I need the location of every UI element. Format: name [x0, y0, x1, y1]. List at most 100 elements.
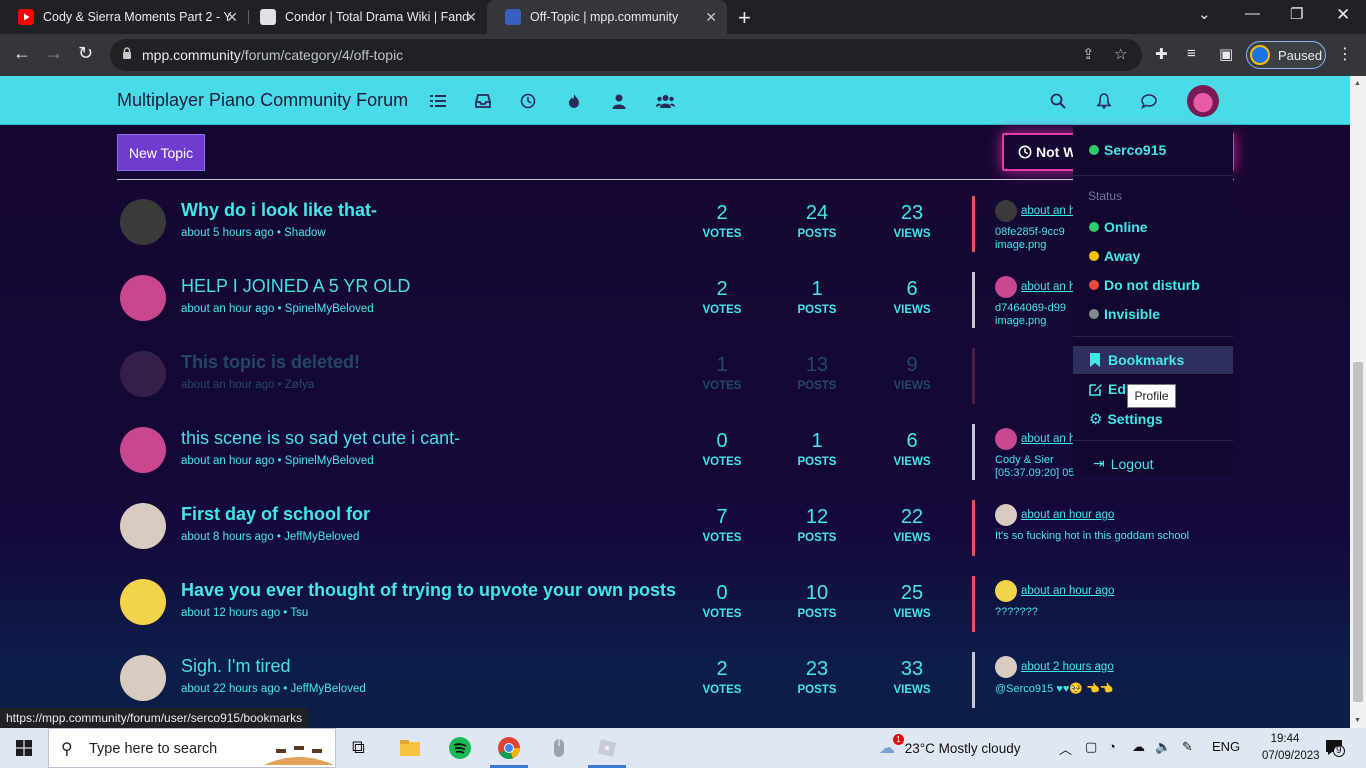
last-poster-avatar[interactable] [995, 656, 1017, 678]
search-icon[interactable] [1050, 93, 1066, 109]
reload-icon[interactable]: ↻ [78, 43, 93, 64]
tab-search-chevron-icon[interactable]: ⌄ [1198, 5, 1211, 23]
tab-youtube[interactable]: Cody & Sierra Moments Part 2 - Y ✕ [0, 0, 248, 34]
last-poster-avatar[interactable] [995, 504, 1017, 526]
back-arrow-icon[interactable]: ← [13, 43, 31, 64]
tab-fandom[interactable]: Condor | Total Drama Wiki | Fand ✕ [242, 0, 487, 34]
new-topic-button[interactable]: New Topic [117, 134, 205, 171]
close-tab-icon[interactable]: ✕ [465, 9, 477, 26]
extensions-puzzle-icon[interactable]: ✚ [1155, 45, 1168, 63]
last-post-teaser[interactable]: about 2 hours ago @Serco915 ♥♥🥺 👈👈 [995, 656, 1233, 695]
task-view-icon[interactable]: ⧉ [352, 737, 365, 758]
scroll-down-icon[interactable]: ▼ [1354, 717, 1361, 724]
spotify-icon[interactable] [448, 736, 472, 760]
last-post-time[interactable]: about an h [1021, 433, 1075, 445]
topic-author-avatar[interactable] [120, 579, 166, 625]
topic-meta[interactable]: about an hour ago • SpinelMyBeloved [181, 303, 374, 315]
inbox-icon[interactable] [475, 93, 491, 109]
windows-start-icon[interactable] [16, 740, 32, 756]
clock[interactable]: 19:44 07/09/2023 [1262, 731, 1320, 765]
weather-widget[interactable]: ☁ 1 23°C Mostly cloudy [879, 734, 1020, 758]
topic-title[interactable]: Why do i look like that- [181, 200, 377, 221]
menu-logout[interactable]: ⇥ Logout [1093, 455, 1154, 472]
topic-row[interactable]: this scene is so sad yet cute i cant-abo… [117, 424, 1234, 500]
scroll-up-icon[interactable]: ▲ [1354, 80, 1361, 87]
bookmark-star-icon[interactable]: ☆ [1114, 45, 1127, 63]
topic-meta[interactable]: about an hour ago • Zøfya [181, 379, 314, 391]
last-poster-avatar[interactable] [995, 200, 1017, 222]
topic-title[interactable]: this scene is so sad yet cute i cant- [181, 428, 460, 449]
topic-meta[interactable]: about 8 hours ago • JeffMyBeloved [181, 531, 359, 543]
page-scrollbar[interactable]: ▲ ▼ [1350, 76, 1366, 728]
notifications-icon[interactable] [1325, 739, 1345, 757]
close-tab-icon[interactable]: ✕ [226, 9, 238, 26]
minimize-icon[interactable]: — [1245, 5, 1260, 22]
pen-icon[interactable]: ✎ [1182, 739, 1193, 755]
status-online[interactable]: Online [1089, 219, 1148, 235]
menu-settings[interactable]: ⚙ Settings [1089, 410, 1163, 428]
topic-author-avatar[interactable] [120, 655, 166, 701]
topic-author-avatar[interactable] [120, 427, 166, 473]
topic-row[interactable]: This topic is deleted! about an hour ago … [117, 348, 1234, 424]
users-icon[interactable] [611, 93, 627, 109]
restore-icon[interactable]: ❐ [1290, 5, 1303, 23]
notifications-bell-icon[interactable] [1096, 93, 1112, 109]
topic-title[interactable]: HELP I JOINED A 5 YR OLD [181, 276, 410, 297]
topic-author-avatar[interactable] [120, 275, 166, 321]
topic-row[interactable]: Have you ever thought of trying to upvot… [117, 576, 1234, 652]
topic-author-avatar[interactable] [120, 351, 166, 397]
last-poster-avatar[interactable] [995, 428, 1017, 450]
topic-row[interactable]: HELP I JOINED A 5 YR OLD about an hour ag… [117, 272, 1234, 348]
roblox-icon[interactable] [595, 736, 619, 760]
last-post-time[interactable]: about an hour ago [1021, 585, 1114, 597]
last-poster-avatar[interactable] [995, 276, 1017, 298]
side-panel-icon[interactable]: ▣ [1219, 45, 1233, 63]
forward-arrow-icon[interactable]: → [45, 43, 63, 64]
tray-chevron-up-icon[interactable]: ︿ [1059, 739, 1072, 758]
topic-meta[interactable]: about 5 hours ago • Shadow [181, 227, 326, 239]
menu-edit-profile[interactable]: Edi [1089, 381, 1130, 397]
topic-title[interactable]: Sigh. I'm tired [181, 656, 290, 677]
wifi-icon[interactable]: ◔ [1108, 739, 1116, 754]
topic-title[interactable]: Have you ever thought of trying to upvot… [181, 580, 676, 601]
topic-author-avatar[interactable] [120, 199, 166, 245]
groups-icon[interactable] [656, 93, 675, 109]
site-brand[interactable]: Multiplayer Piano Community Forum [117, 90, 408, 111]
browser-menu-icon[interactable]: ⋮ [1337, 44, 1353, 64]
tab-off-topic[interactable]: Off-Topic | mpp.community ✕ [487, 0, 727, 34]
volume-icon[interactable]: 🔈 [1155, 739, 1171, 755]
popular-fire-icon[interactable] [566, 93, 582, 109]
last-post-teaser[interactable]: about an hour ago It's so fucking hot in … [995, 504, 1233, 542]
language-indicator[interactable]: ENG [1212, 739, 1240, 754]
topic-author-avatar[interactable] [120, 503, 166, 549]
menu-username[interactable]: Serco915 [1089, 142, 1166, 158]
last-poster-avatar[interactable] [995, 580, 1017, 602]
media-queue-icon[interactable]: ≡ [1187, 45, 1196, 62]
close-tab-icon[interactable]: ✕ [705, 9, 717, 26]
status-invisible[interactable]: Invisible [1089, 306, 1160, 322]
status-do-not-disturb[interactable]: Do not disturb [1089, 277, 1200, 293]
last-post-teaser[interactable]: about an hour ago??????? [995, 580, 1233, 618]
topic-meta[interactable]: about an hour ago • SpinelMyBeloved [181, 455, 374, 467]
file-explorer-icon[interactable] [398, 736, 422, 760]
last-post-time[interactable]: about an h [1021, 281, 1075, 293]
last-post-time[interactable]: about 2 hours ago [1021, 661, 1114, 673]
chat-bubble-icon[interactable] [1141, 93, 1157, 109]
cloud-sync-icon[interactable]: ☁ [1132, 739, 1145, 755]
last-post-time[interactable]: about an hour ago [1021, 509, 1114, 521]
status-away[interactable]: Away [1089, 248, 1140, 264]
share-icon[interactable]: ⇪ [1082, 45, 1095, 63]
topic-meta[interactable]: about 22 hours ago • JeffMyBeloved [181, 683, 366, 695]
categories-list-icon[interactable] [430, 93, 446, 109]
taskbar-search-input[interactable]: ⚲ Type here to search [48, 728, 336, 768]
topic-title[interactable]: First day of school for [181, 504, 370, 525]
topic-row[interactable]: Why do i look like that-about 5 hours ag… [117, 196, 1234, 272]
user-avatar-button[interactable] [1187, 85, 1219, 117]
tray-app-icon[interactable]: ▢ [1085, 739, 1097, 755]
chrome-icon[interactable] [497, 736, 521, 760]
topic-title[interactable]: This topic is deleted! [181, 352, 360, 373]
last-post-time[interactable]: about an h [1021, 205, 1075, 217]
address-bar[interactable]: mpp.community/forum/category/4/off-topic… [110, 39, 1142, 71]
close-window-icon[interactable]: ✕ [1336, 5, 1350, 25]
recent-clock-icon[interactable] [520, 93, 536, 109]
